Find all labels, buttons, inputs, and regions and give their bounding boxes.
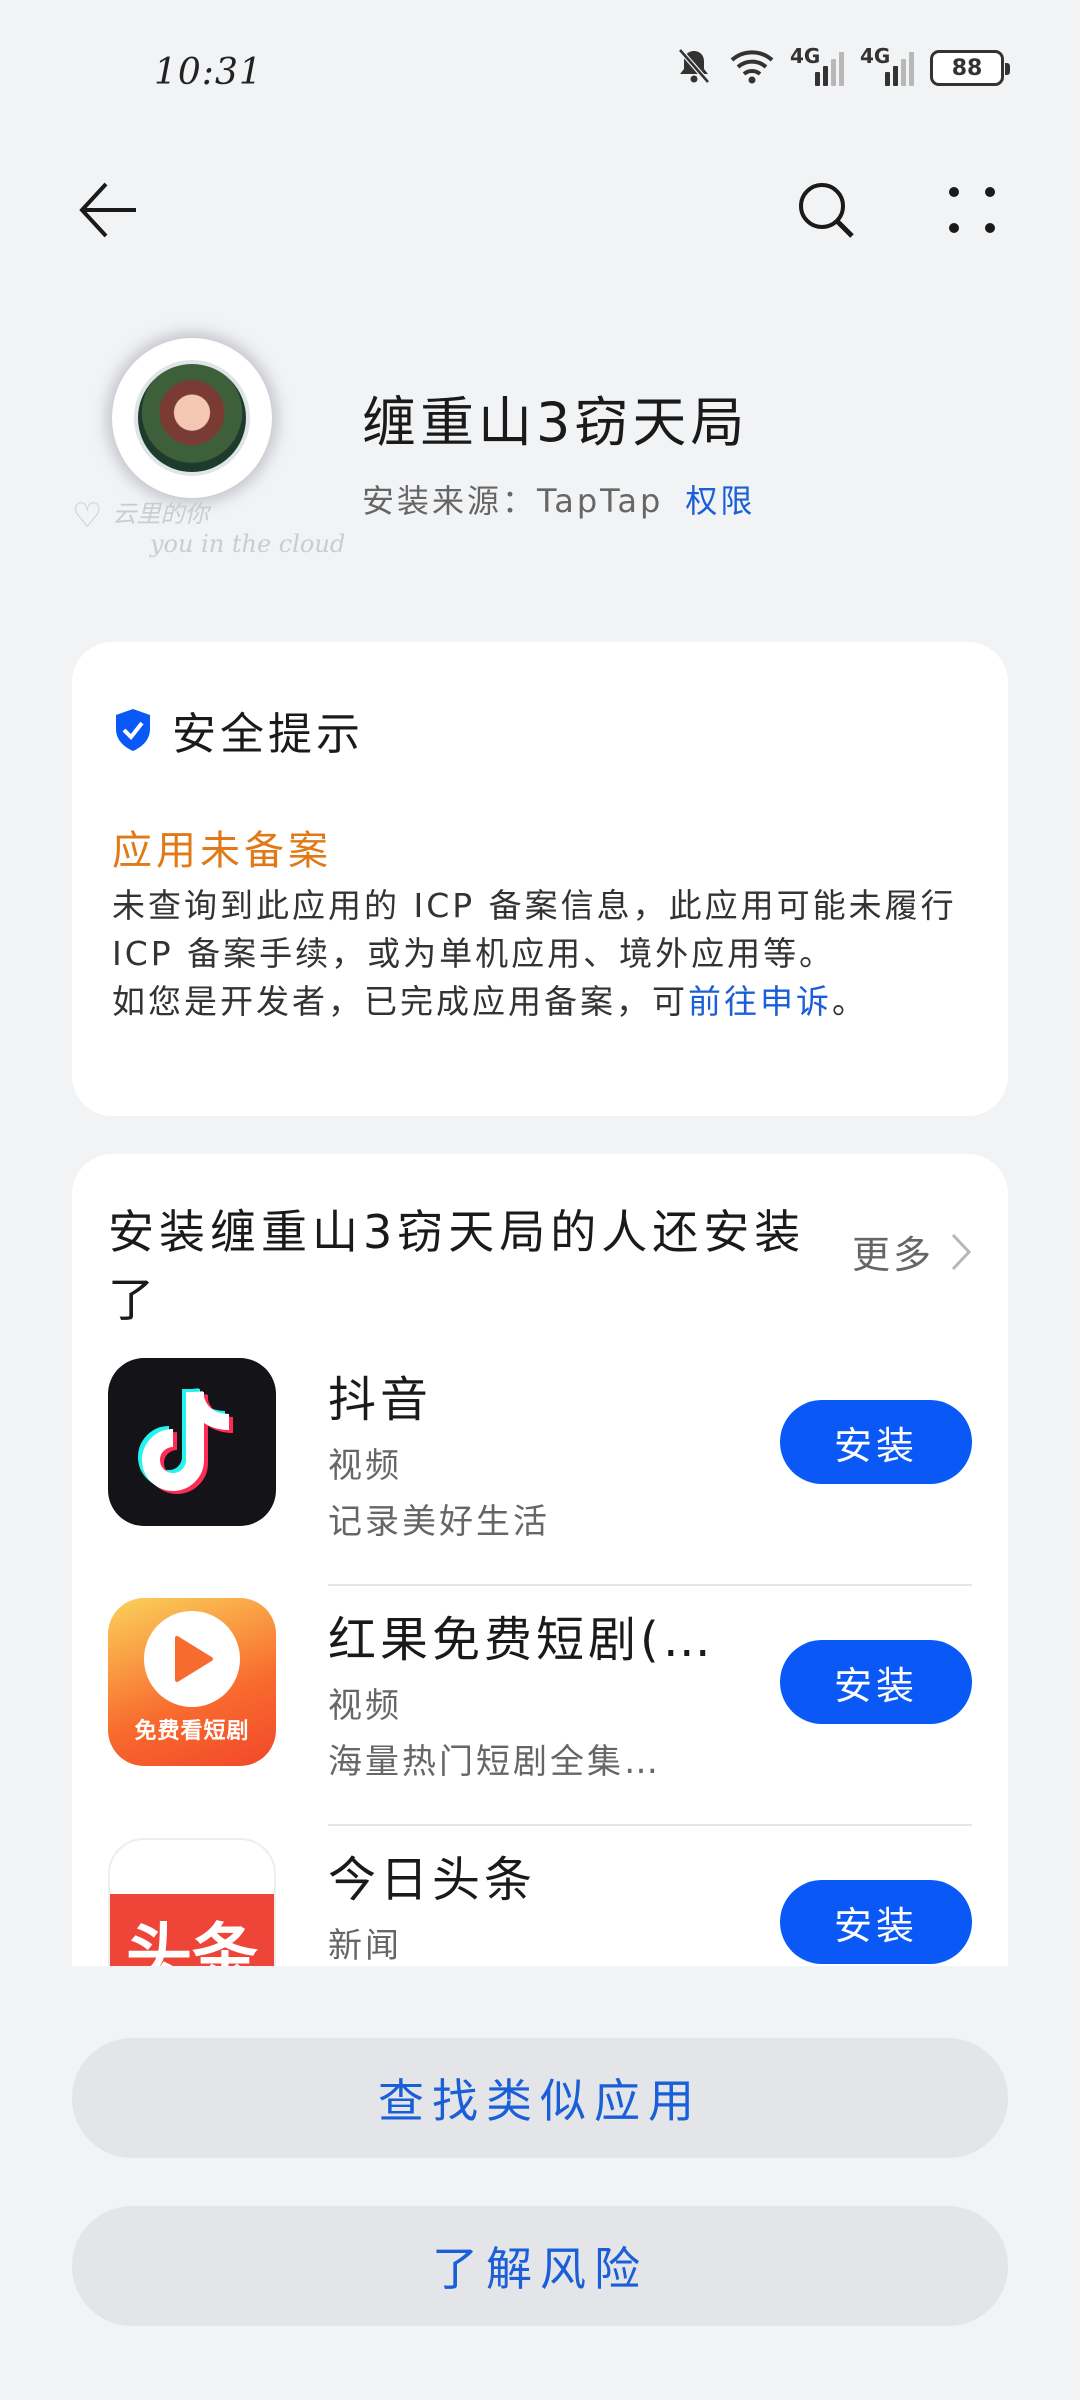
app-category-douyin: 视频 bbox=[328, 1446, 402, 1486]
search-icon bbox=[799, 183, 854, 238]
battery-level: 88 bbox=[951, 55, 983, 81]
network-type-2: 4G bbox=[860, 44, 891, 68]
cellular-signal-1-icon: 4G bbox=[790, 44, 846, 86]
wifi-icon bbox=[728, 46, 776, 90]
developer-text: 如您是开发者，已完成应用备案，可 bbox=[112, 982, 688, 1021]
app-name-douyin: 抖音 bbox=[328, 1372, 433, 1428]
recommendations-card: 安装缠重山3窃天局的人还安装了 更多 抖音 视频 记录美好生活 安装 免费看短剧… bbox=[72, 1154, 1008, 1966]
install-button-hongguo[interactable]: 安装 bbox=[780, 1640, 972, 1724]
warning-description: 未查询到此应用的 ICP 备案信息，此应用可能未履行 ICP 备案手续，或为单机… bbox=[112, 886, 957, 973]
app-name-toutiao: 今日头条 bbox=[328, 1852, 537, 1908]
app-source: 安装来源：TapTap 权限 bbox=[362, 476, 755, 522]
network-type-1: 4G bbox=[790, 44, 821, 68]
app-name: 缠重山3窃天局 bbox=[362, 391, 749, 454]
chevron-right-icon bbox=[951, 1233, 972, 1270]
heart-icon: ♡ bbox=[72, 495, 103, 536]
safety-card: 安全提示 应用未备案 未查询到此应用的 ICP 备案信息，此应用可能未履行 IC… bbox=[72, 642, 1008, 1116]
search-button[interactable] bbox=[776, 160, 876, 260]
install-button-toutiao[interactable]: 安装 bbox=[780, 1880, 972, 1964]
app-description-hongguo: 海量热门短剧全集… bbox=[328, 1742, 661, 1782]
avatar-watermark: ♡ 云里的你 you in the cloud bbox=[72, 499, 346, 558]
app-description-douyin: 记录美好生活 bbox=[328, 1502, 550, 1542]
mute-bell-icon bbox=[674, 46, 714, 90]
hongguo-icon-text: 免费看短剧 bbox=[134, 1719, 250, 1744]
install-source-label: 安装来源：TapTap bbox=[362, 482, 664, 520]
more-dots-icon bbox=[949, 187, 995, 233]
app-category-toutiao: 新闻 bbox=[328, 1926, 402, 1966]
safety-title-text: 安全提示 bbox=[172, 709, 364, 760]
toutiao-icon-text: 头条 bbox=[110, 1894, 274, 1966]
more-link[interactable]: 更多 bbox=[852, 1224, 972, 1279]
appeal-link[interactable]: 前往申诉 bbox=[688, 982, 832, 1021]
app-icon-image bbox=[134, 360, 250, 476]
divider bbox=[328, 1824, 972, 1826]
warning-text: 未查询到此应用的 ICP 备案信息，此应用可能未履行 ICP 备案手续，或为单机… bbox=[112, 882, 968, 1026]
safety-title: 安全提示 bbox=[112, 698, 364, 762]
cellular-signal-2-icon: 4G bbox=[860, 44, 916, 86]
top-bar bbox=[0, 160, 1080, 260]
douyin-icon bbox=[108, 1358, 276, 1526]
app-row-douyin[interactable]: 抖音 视频 记录美好生活 安装 bbox=[108, 1358, 972, 1598]
warning-title: 应用未备案 bbox=[112, 828, 332, 874]
permissions-link[interactable]: 权限 bbox=[685, 482, 755, 520]
app-icon bbox=[112, 338, 272, 498]
find-similar-apps-button[interactable]: 查找类似应用 bbox=[72, 2038, 1008, 2158]
install-button-douyin[interactable]: 安装 bbox=[780, 1400, 972, 1484]
more-label: 更多 bbox=[851, 1233, 934, 1277]
status-bar: 10:31 4G 4G 88 bbox=[0, 0, 1080, 150]
play-icon bbox=[144, 1611, 240, 1707]
developer-note: 如您是开发者，已完成应用备案，可前往申诉。 bbox=[112, 978, 968, 1026]
hongguo-icon: 免费看短剧 bbox=[108, 1598, 276, 1766]
watermark-line2: you in the cloud bbox=[150, 529, 346, 558]
period: 。 bbox=[832, 982, 868, 1021]
watermark-line1: 云里的你 bbox=[112, 500, 209, 528]
app-category-hongguo: 视频 bbox=[328, 1686, 402, 1726]
battery-icon: 88 bbox=[930, 50, 1010, 86]
back-arrow-icon bbox=[79, 182, 136, 238]
learn-risk-button[interactable]: 了解风险 bbox=[72, 2206, 1008, 2326]
app-header: ♡ 云里的你 you in the cloud 缠重山3窃天局 安装来源：TapT… bbox=[0, 320, 1080, 580]
app-row-toutiao[interactable]: 头条 今日头条 新闻 安装 bbox=[108, 1838, 972, 1966]
divider bbox=[328, 1584, 972, 1586]
app-row-hongguo[interactable]: 免费看短剧 红果免费短剧(… 视频 海量热门短剧全集… 安装 bbox=[108, 1598, 972, 1838]
back-button[interactable] bbox=[58, 160, 158, 260]
status-time: 10:31 bbox=[154, 52, 263, 93]
status-icons: 4G 4G 88 bbox=[674, 44, 1010, 90]
more-menu-button[interactable] bbox=[922, 160, 1022, 260]
recommendations-title: 安装缠重山3窃天局的人还安装了 bbox=[108, 1205, 806, 1327]
app-name-hongguo: 红果免费短剧(… bbox=[328, 1612, 715, 1668]
shield-check-icon bbox=[116, 709, 150, 751]
toutiao-icon: 头条 bbox=[108, 1838, 276, 1966]
